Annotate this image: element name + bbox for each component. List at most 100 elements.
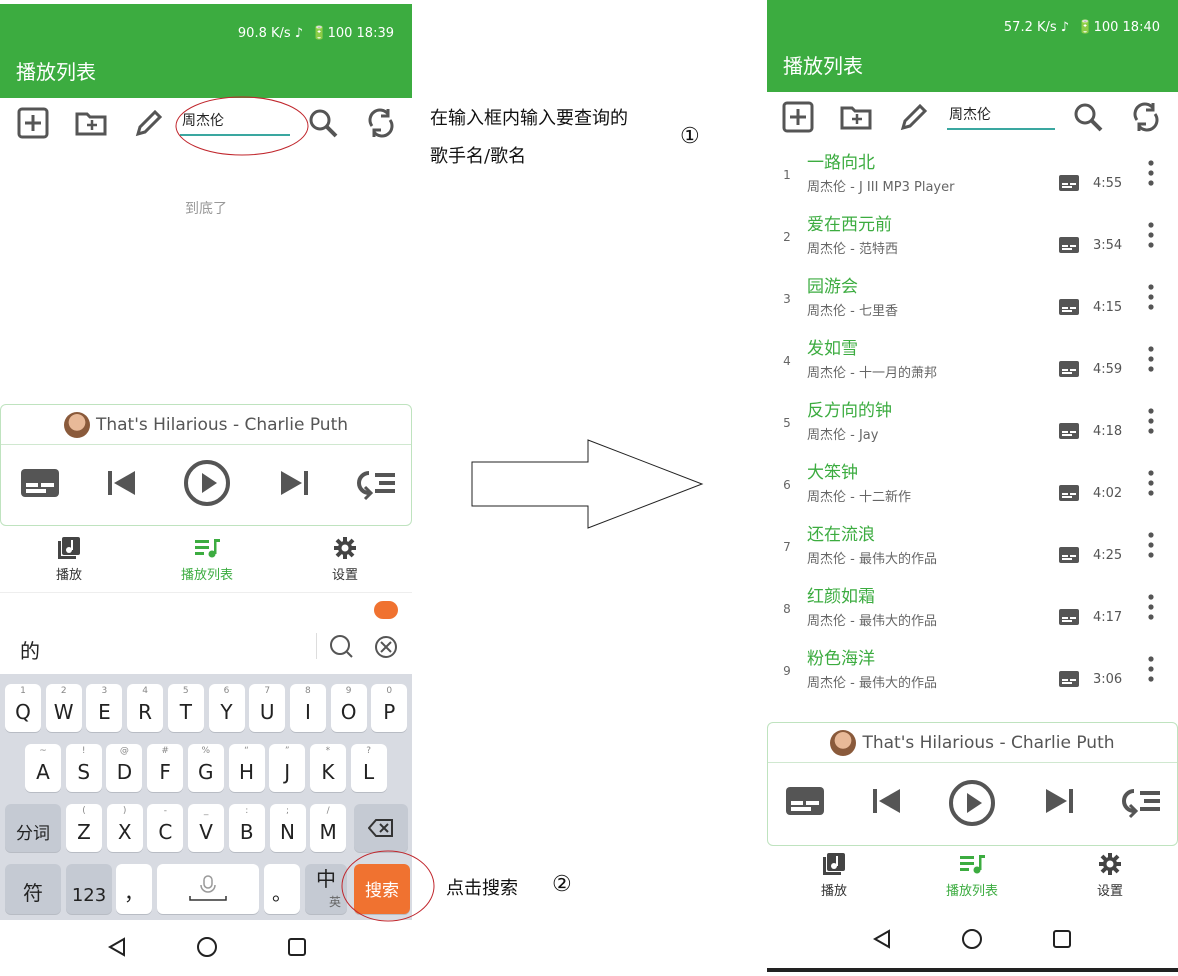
key-l[interactable]: ? L [350, 744, 387, 792]
song-row[interactable]: 9 粉色海洋 周杰伦 - 最伟大的作品 3:06 [767, 640, 1177, 702]
playlist-mode-icon[interactable] [1120, 781, 1164, 821]
back-icon[interactable] [871, 928, 893, 950]
lyrics-icon[interactable] [1059, 237, 1079, 253]
key-s[interactable]: ! S [65, 744, 102, 792]
previous-icon[interactable] [105, 463, 139, 503]
play-icon[interactable] [948, 779, 996, 827]
key-i[interactable]: 8I [289, 684, 326, 732]
more-options-icon[interactable] [1145, 220, 1157, 250]
edit-icon[interactable] [132, 106, 166, 140]
key-e[interactable]: 3E [86, 684, 123, 732]
song-row[interactable]: 1 一路向北 周杰伦 - J III MP3 Player 4:55 [767, 144, 1177, 206]
lyrics-icon[interactable] [19, 463, 61, 503]
song-row[interactable]: 4 发如雪 周杰伦 - 十一月的萧邦 4:59 [767, 330, 1177, 392]
key-p[interactable]: 0P [371, 684, 408, 732]
add-folder-icon[interactable] [839, 100, 873, 134]
search-input[interactable]: 周杰伦 [947, 104, 1055, 130]
lyrics-icon[interactable] [1059, 547, 1079, 563]
space-key[interactable] [157, 864, 259, 914]
tab-play[interactable]: 播放 [24, 536, 114, 583]
song-row[interactable]: 3 园游会 周杰伦 - 七里香 4:15 [767, 268, 1177, 330]
more-options-icon[interactable] [1145, 530, 1157, 560]
more-options-icon[interactable] [1145, 158, 1157, 188]
add-icon[interactable] [781, 100, 815, 134]
song-row[interactable]: 8 红颜如霜 周杰伦 - 最伟大的作品 4:17 [767, 578, 1177, 640]
lyrics-icon[interactable] [1059, 423, 1079, 439]
lyrics-icon[interactable] [784, 781, 826, 821]
now-playing-title[interactable]: That's Hilarious - Charlie Puth [1, 405, 411, 445]
tab-playlist[interactable]: 播放列表 [927, 852, 1017, 899]
home-icon[interactable] [196, 936, 218, 958]
key-w[interactable]: 2W [45, 684, 82, 732]
song-row[interactable]: 6 大笨钟 周杰伦 - 十二新作 4:02 [767, 454, 1177, 516]
key-f[interactable]: # F [147, 744, 184, 792]
previous-icon[interactable] [870, 781, 904, 821]
key-numbers[interactable]: 123 [66, 864, 112, 914]
add-icon[interactable] [16, 106, 50, 140]
key-segment[interactable]: 分词 [5, 804, 61, 852]
key-r[interactable]: 4R [127, 684, 164, 732]
key-period[interactable]: 。 [264, 864, 300, 914]
play-icon[interactable] [183, 459, 231, 507]
key-o[interactable]: 9O [330, 684, 367, 732]
key-j[interactable]: ” J [269, 744, 306, 792]
song-row[interactable]: 5 反方向的钟 周杰伦 - Jay 4:18 [767, 392, 1177, 454]
key-c[interactable]: -C [147, 804, 184, 852]
tab-play[interactable]: 播放 [789, 852, 879, 899]
lyrics-icon[interactable] [1059, 671, 1079, 687]
edit-icon[interactable] [897, 100, 931, 134]
bottom-tab-bar: 播放 播放列表 设置 [767, 852, 1178, 910]
tab-settings[interactable]: 设置 [300, 536, 390, 583]
more-options-icon[interactable] [1145, 592, 1157, 622]
lyrics-icon[interactable] [1059, 175, 1079, 191]
refresh-icon[interactable] [1129, 100, 1163, 134]
backspace-key[interactable] [354, 804, 408, 852]
tab-playlist[interactable]: 播放列表 [162, 536, 252, 583]
ime-candidate[interactable]: 的 [20, 635, 40, 664]
key-h[interactable]: “H [228, 744, 265, 792]
more-options-icon[interactable] [1145, 654, 1157, 684]
lyrics-icon[interactable] [1059, 299, 1079, 315]
tab-settings[interactable]: 设置 [1065, 852, 1155, 899]
key-hint: 2 [60, 686, 67, 696]
search-icon[interactable] [1071, 100, 1105, 134]
more-options-icon[interactable] [1145, 282, 1157, 312]
more-options-icon[interactable] [1145, 468, 1157, 498]
back-icon[interactable] [106, 936, 128, 958]
next-icon[interactable] [277, 463, 311, 503]
key-u[interactable]: 7U [249, 684, 286, 732]
playlist-mode-icon[interactable] [355, 463, 399, 503]
ime-close-icon[interactable] [374, 635, 398, 659]
key-q[interactable]: 1Q [5, 684, 41, 732]
key-d[interactable]: @ D [106, 744, 143, 792]
key-v[interactable]: _ V [188, 804, 225, 852]
song-row[interactable]: 7 还在流浪 周杰伦 - 最伟大的作品 4:25 [767, 516, 1177, 578]
key-k[interactable]: * K [309, 744, 346, 792]
key-y[interactable]: 6Y [208, 684, 245, 732]
key-z[interactable]: (Z [66, 804, 102, 852]
refresh-icon[interactable] [364, 106, 398, 140]
more-options-icon[interactable] [1145, 406, 1157, 436]
key-m[interactable]: / M [310, 804, 347, 852]
key-g[interactable]: % G [187, 744, 224, 792]
add-folder-icon[interactable] [74, 106, 108, 140]
more-options-icon[interactable] [1145, 344, 1157, 374]
now-playing-title[interactable]: That's Hilarious - Charlie Puth [768, 723, 1177, 763]
key-t[interactable]: 5T [167, 684, 204, 732]
song-row[interactable]: 2 爱在西元前 周杰伦 - 范特西 3:54 [767, 206, 1177, 268]
key-label: N [280, 820, 295, 844]
key-x[interactable]: ) X [106, 804, 143, 852]
key-symbols[interactable]: 符 [5, 864, 61, 914]
key-a[interactable]: ~ A [25, 744, 61, 792]
lyrics-icon[interactable] [1059, 485, 1079, 501]
key-n[interactable]: ; N [269, 804, 306, 852]
key-comma[interactable]: ， [116, 864, 152, 914]
ime-search-icon[interactable] [328, 633, 354, 659]
next-icon[interactable] [1042, 781, 1076, 821]
lyrics-icon[interactable] [1059, 609, 1079, 625]
lyrics-icon[interactable] [1059, 361, 1079, 377]
recents-icon[interactable] [286, 936, 308, 958]
key-b[interactable]: :B [228, 804, 265, 852]
home-icon[interactable] [961, 928, 983, 950]
recents-icon[interactable] [1051, 928, 1073, 950]
